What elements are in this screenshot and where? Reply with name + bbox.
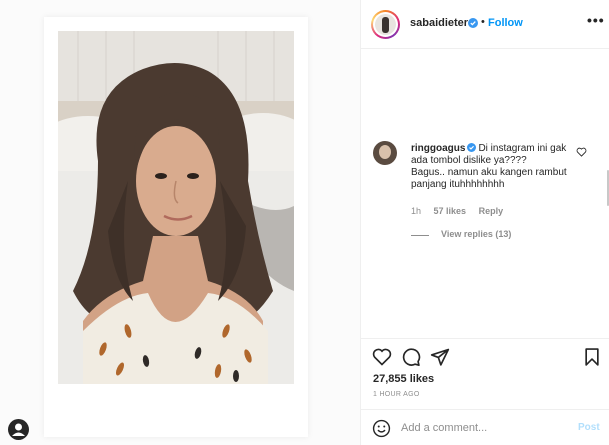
author-avatar[interactable] (371, 10, 400, 39)
post-image-frame (44, 17, 308, 437)
post-comment-button[interactable]: Post (578, 422, 600, 433)
commenter-username[interactable]: ringgoagus (411, 143, 465, 154)
follow-button[interactable]: Follow (488, 17, 523, 29)
comment-body: ringgoagus Di instagram ini gak ada tombo… (411, 143, 576, 191)
separator-dot: • (481, 16, 485, 28)
comment-time: 1h (411, 206, 422, 216)
post-actions: 27,855 likes 1 HOUR AGO (361, 338, 609, 408)
author-username[interactable]: sabaidieter (410, 17, 468, 29)
comments-section: ringgoagus Di instagram ini gak ada tombo… (361, 50, 609, 340)
comment-text-line2: Bagus.. namun aku kangen rambut panjang … (411, 167, 567, 190)
comment-input[interactable] (401, 419, 561, 437)
portrait-photo-illustration (58, 31, 294, 384)
tagged-user-icon[interactable] (8, 419, 29, 440)
post-side-panel: sabaidieter • Follow ••• ringgoagus Di in… (360, 0, 609, 445)
bookmark-icon[interactable] (582, 347, 602, 367)
view-replies-button[interactable]: View replies (13) (441, 229, 511, 239)
post-likes-count[interactable]: 27,855 likes (373, 373, 434, 385)
add-comment-bar: Post (361, 409, 609, 445)
comment-bubble-icon[interactable] (401, 347, 421, 367)
verified-badge-icon (467, 143, 477, 152)
verified-badge-icon (468, 18, 478, 28)
more-options-icon[interactable]: ••• (587, 12, 605, 28)
reply-button[interactable]: Reply (479, 206, 504, 216)
comment-likes[interactable]: 57 likes (434, 206, 467, 216)
post-timestamp[interactable]: 1 HOUR AGO (373, 391, 420, 398)
smiley-icon[interactable] (372, 419, 391, 438)
comment-like-heart-icon[interactable] (576, 147, 587, 157)
replies-divider (411, 235, 429, 236)
post-header: sabaidieter • Follow ••• (361, 0, 609, 49)
heart-icon[interactable] (372, 347, 392, 367)
comment-meta: 1h 57 likes Reply (411, 206, 513, 216)
commenter-avatar[interactable] (373, 141, 397, 165)
post-media-pane (0, 0, 360, 445)
paper-plane-icon[interactable] (430, 347, 450, 367)
post-photo[interactable] (58, 31, 294, 384)
